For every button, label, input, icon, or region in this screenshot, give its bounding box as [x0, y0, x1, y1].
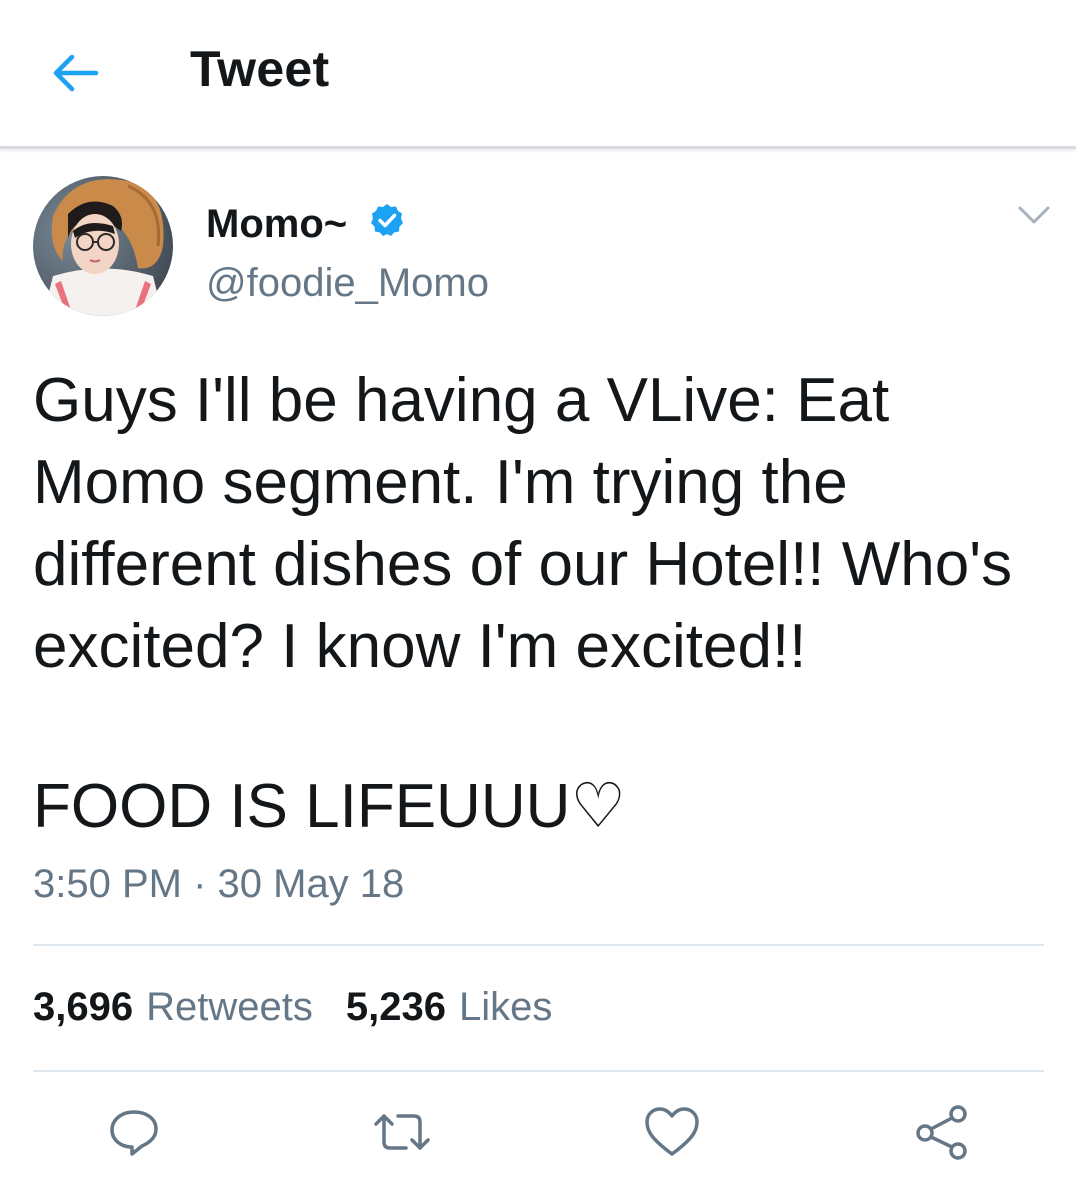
chevron-down-icon[interactable] [1014, 200, 1054, 230]
tweet-stats: 3,696 Retweets 5,236 Likes [33, 985, 552, 1030]
divider [33, 1070, 1044, 1072]
likes-label: Likes [458, 985, 553, 1029]
avatar[interactable] [33, 176, 173, 316]
tweet-timestamp[interactable]: 3:50 PM · 30 May 18 [33, 862, 404, 907]
retweet-icon [374, 1114, 430, 1150]
tweet-paragraph: Guys I'll be having a VLive: Eat Momo se… [33, 366, 1013, 681]
divider [33, 944, 1044, 946]
like-icon [645, 1107, 699, 1156]
avatar-image [33, 176, 173, 316]
retweets-label: Retweets [146, 985, 313, 1029]
arrow-left-icon [53, 54, 99, 92]
share-button[interactable] [912, 1102, 972, 1162]
retweets-count: 3,696 [33, 985, 134, 1029]
top-bar: Tweet [0, 0, 1076, 149]
display-name[interactable]: Momo~ [206, 202, 347, 247]
tweet-text: Guys I'll be having a VLive: Eat Momo se… [33, 360, 1053, 848]
likes-count: 5,236 [345, 985, 446, 1029]
retweets-stat[interactable]: 3,696 Retweets [33, 985, 313, 1030]
page-title: Tweet [190, 41, 330, 97]
verified-badge-icon [371, 204, 403, 236]
user-handle[interactable]: @foodie_Momo [206, 261, 489, 306]
retweet-button[interactable] [372, 1102, 432, 1162]
tweet-paragraph: FOOD IS LIFEUUU♡ [33, 772, 626, 841]
reply-button[interactable] [104, 1102, 164, 1162]
like-button[interactable] [642, 1102, 702, 1162]
likes-stat[interactable]: 5,236 Likes [346, 985, 553, 1030]
back-button[interactable] [48, 48, 102, 98]
reply-icon [110, 1110, 158, 1156]
share-icon [916, 1105, 967, 1160]
